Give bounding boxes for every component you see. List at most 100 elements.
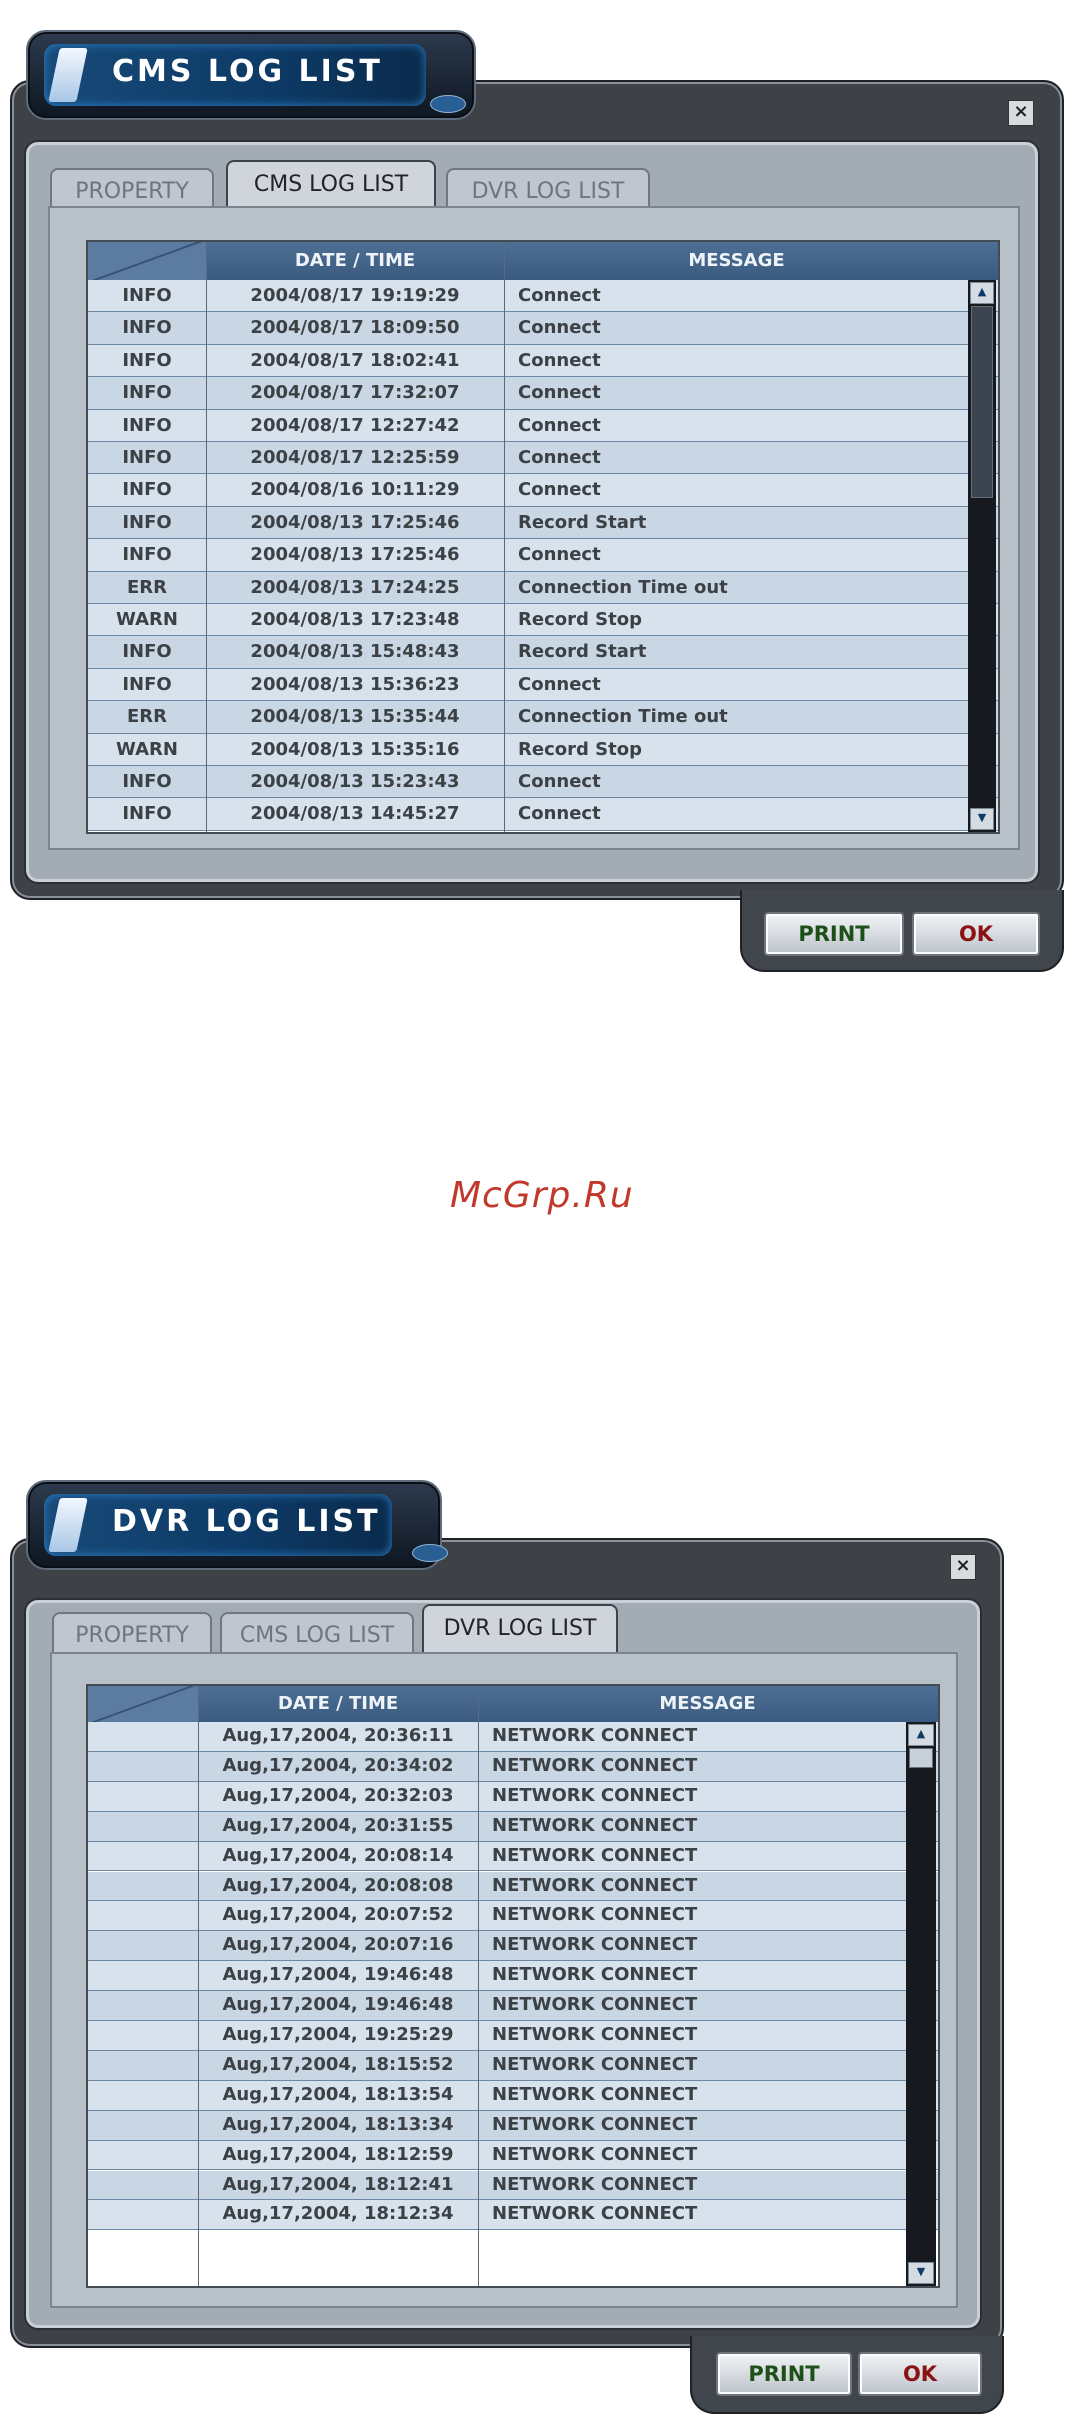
table-row[interactable]: Aug,17,2004, 18:15:52 NETWORK CONNECT (88, 2050, 938, 2081)
cell-datetime: Aug,17,2004, 20:32:03 (222, 1784, 454, 1806)
scroll-thumb[interactable] (971, 306, 993, 498)
scroll-up-button[interactable]: ▲ (908, 1724, 934, 1746)
cms-print-button[interactable]: PRINT (764, 912, 904, 956)
cell-datetime: 2004/08/17 12:27:42 (250, 414, 460, 436)
table-row[interactable]: Aug,17,2004, 20:34:02 NETWORK CONNECT (88, 1751, 938, 1782)
table-row[interactable]: INFO 2004/08/17 12:25:59 Connect (88, 442, 998, 475)
cms-scrollbar[interactable]: ▲ ▼ (968, 280, 996, 832)
table-row[interactable]: Aug,17,2004, 19:46:48 NETWORK CONNECT (88, 1991, 938, 2021)
table-row[interactable]: Aug,17,2004, 20:07:52 NETWORK CONNECT (88, 1901, 938, 1932)
table-row[interactable]: Aug,17,2004, 20:08:14 NETWORK CONNECT (88, 1841, 938, 1872)
table-row[interactable]: INFO 2004/08/17 12:27:42 Connect (88, 409, 998, 442)
table-row[interactable]: INFO 2004/08/13 15:36:23 Connect (88, 668, 998, 702)
table-row[interactable]: Aug,17,2004, 18:12:41 NETWORK CONNECT (88, 2170, 938, 2201)
cms-ok-button[interactable]: OK (912, 912, 1040, 956)
cell-message: Connection Time out (518, 576, 728, 598)
cell-message: NETWORK CONNECT (492, 2143, 698, 2165)
cell-datetime: 2004/08/13 17:23:48 (250, 609, 460, 630)
dvr-tab-property[interactable]: PROPERTY (52, 1612, 212, 1654)
cell-message: NETWORK CONNECT (492, 1814, 698, 1836)
table-row[interactable]: INFO 2004/08/17 18:09:50 Connect (88, 312, 998, 345)
scroll-thumb[interactable] (909, 1748, 933, 1768)
dvr-tab-cms-log-list[interactable]: CMS LOG LIST (220, 1612, 414, 1654)
cell-datetime: Aug,17,2004, 19:46:48 (222, 1964, 454, 1986)
table-row[interactable]: Aug,17,2004, 18:12:59 NETWORK CONNECT (88, 2140, 938, 2171)
cell-datetime: Aug,17,2004, 20:36:11 (222, 1725, 454, 1746)
cell-level: INFO (122, 414, 172, 436)
cell-message: NETWORK CONNECT (492, 1934, 698, 1956)
cell-datetime: Aug,17,2004, 18:12:34 (222, 2203, 454, 2225)
dvr-tab-dvr-log-list[interactable]: DVR LOG LIST (422, 1604, 618, 1654)
table-row[interactable]: Aug,17,2004, 18:13:54 NETWORK CONNECT (88, 2080, 938, 2111)
cell-message: Connect (518, 349, 601, 371)
dvr-print-button[interactable]: PRINT (716, 2352, 852, 2396)
cms-close-button[interactable]: × (1008, 100, 1034, 126)
cms-log-table: DATE / TIME MESSAGE INFO 2004/08/17 19:19… (86, 240, 1000, 834)
scroll-down-button[interactable]: ▼ (970, 808, 994, 830)
table-row[interactable]: Aug,17,2004, 18:12:34 NETWORK CONNECT (88, 2200, 938, 2231)
cell-message: Connect (518, 285, 601, 306)
cell-datetime: 2004/08/13 17:24:25 (250, 576, 460, 598)
table-row[interactable]: Aug,17,2004, 20:07:16 NETWORK CONNECT (88, 1931, 938, 1962)
table-row[interactable]: Aug,17,2004, 20:31:55 NETWORK CONNECT (88, 1811, 938, 1842)
cell-message: Connection Time out (518, 706, 728, 728)
table-row[interactable]: INFO 2004/08/17 17:32:07 Connect (88, 377, 998, 410)
cms-tab-property[interactable]: PROPERTY (50, 168, 214, 210)
column-header-datetime[interactable]: DATE / TIME (198, 1686, 479, 1722)
table-row[interactable]: INFO 2004/08/13 17:25:46 Record Start (88, 506, 998, 540)
table-row[interactable]: ERR 2004/08/13 15:35:44 Connection Time ou… (88, 701, 998, 734)
cell-level: INFO (122, 771, 172, 792)
scroll-up-button[interactable]: ▲ (970, 282, 994, 304)
cell-message: NETWORK CONNECT (492, 2113, 698, 2135)
column-header-message[interactable]: MESSAGE (479, 1686, 936, 1722)
cell-datetime: Aug,17,2004, 18:13:54 (222, 2083, 454, 2105)
cell-datetime: Aug,17,2004, 20:31:55 (222, 1814, 454, 1836)
table-row[interactable]: WARN 2004/08/13 17:23:48 Record Stop (88, 604, 998, 637)
cell-message: NETWORK CONNECT (492, 1754, 698, 1776)
column-header-datetime[interactable]: DATE / TIME (206, 242, 505, 280)
table-row[interactable]: INFO 2004/08/13 15:48:43 Record Start (88, 636, 998, 669)
table-row[interactable]: INFO 2004/08/13 15:23:43 Connect (88, 766, 998, 799)
column-header-message[interactable]: MESSAGE (505, 242, 968, 280)
cell-message: NETWORK CONNECT (492, 2024, 698, 2045)
table-row[interactable]: INFO 2004/08/13 14:45:27 Connect (88, 798, 998, 831)
dvr-ok-button[interactable]: OK (858, 2352, 982, 2396)
cell-datetime: 2004/08/13 15:35:44 (250, 706, 460, 728)
dvr-close-button[interactable]: × (950, 1554, 976, 1580)
table-row[interactable]: Aug,17,2004, 19:46:48 NETWORK CONNECT (88, 1961, 938, 1992)
dvr-scrollbar[interactable]: ▲ ▼ (906, 1722, 936, 2286)
table-row[interactable]: Aug,17,2004, 20:36:11 NETWORK CONNECT (88, 1722, 938, 1752)
cell-datetime: Aug,17,2004, 20:07:16 (222, 1934, 454, 1956)
cell-datetime: Aug,17,2004, 19:25:29 (222, 2024, 454, 2045)
table-row[interactable]: INFO 2004/08/13 17:25:46 Connect (88, 539, 998, 572)
table-row[interactable]: INFO 2004/08/17 18:02:41 Connect (88, 344, 998, 378)
cell-datetime: Aug,17,2004, 18:13:34 (222, 2113, 454, 2135)
table-row[interactable]: Aug,17,2004, 20:32:03 NETWORK CONNECT (88, 1781, 938, 1812)
table-header: DATE / TIME MESSAGE (88, 1686, 938, 1722)
cell-datetime: 2004/08/17 17:32:07 (250, 382, 460, 404)
table-row[interactable]: INFO 2004/08/16 10:11:29 Connect (88, 474, 998, 507)
cell-datetime: 2004/08/17 18:09:50 (250, 317, 460, 339)
table-row[interactable]: Aug,17,2004, 20:08:08 NETWORK CONNECT (88, 1871, 938, 1902)
cms-tab-dvr-log-list[interactable]: DVR LOG LIST (446, 168, 650, 210)
cell-message: Connect (518, 447, 601, 468)
column-divider (478, 1686, 479, 2286)
cms-title-bar[interactable]: CMS LOG LIST (26, 30, 476, 120)
cell-datetime: 2004/08/13 17:25:46 (250, 511, 460, 533)
table-row[interactable]: INFO 2004/08/17 19:19:29 Connect (88, 280, 998, 313)
cell-message: NETWORK CONNECT (492, 1994, 698, 2016)
column-divider (504, 242, 505, 832)
cell-datetime: Aug,17,2004, 20:08:08 (222, 1874, 454, 1896)
scroll-down-button[interactable]: ▼ (908, 2262, 934, 2284)
table-row[interactable]: Aug,17,2004, 19:25:29 NETWORK CONNECT (88, 2021, 938, 2051)
table-row[interactable]: WARN 2004/08/13 15:35:16 Record Stop (88, 733, 998, 766)
cms-window-title: CMS LOG LIST (112, 54, 383, 89)
dvr-title-bar[interactable]: DVR LOG LIST (26, 1480, 442, 1570)
table-row[interactable]: ERR 2004/08/13 17:24:25 Connection Time ou… (88, 571, 998, 604)
cms-tab-cms-log-list[interactable]: CMS LOG LIST (226, 160, 436, 210)
table-row[interactable]: Aug,17,2004, 18:13:34 NETWORK CONNECT (88, 2110, 938, 2141)
title-indicator-icon (430, 95, 466, 113)
cell-level: INFO (122, 803, 172, 825)
cell-level: INFO (122, 317, 172, 339)
title-indicator-icon (412, 1544, 448, 1562)
